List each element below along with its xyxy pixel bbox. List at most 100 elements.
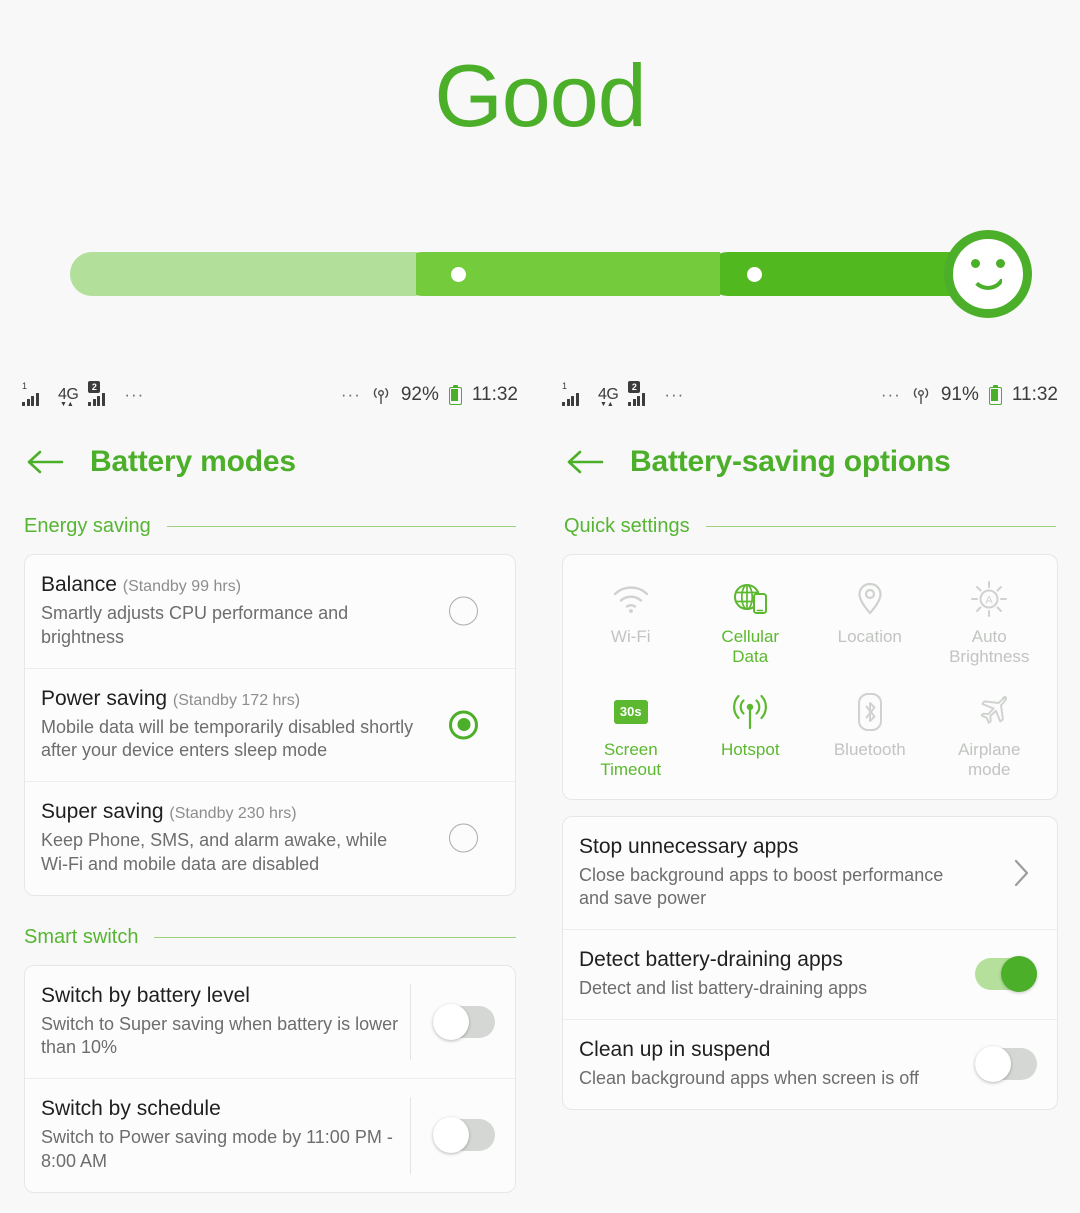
quick-tile-label: Auto Brightness (949, 627, 1030, 667)
option-title: Clean up in suspend (579, 1037, 771, 1061)
smiley-face-icon (944, 230, 1032, 318)
battery-percent-label: 91% (940, 384, 979, 405)
back-arrow-icon[interactable] (566, 447, 604, 477)
quick-tile-location[interactable]: Location (810, 575, 930, 668)
quick-tile-auto-brightness[interactable]: A Auto Brightness (930, 575, 1050, 668)
quick-tile-cellular-data[interactable]: Cellular Data (691, 575, 811, 668)
card-energy-saving: Balance (Standby 99 hrs) Smartly adjusts… (24, 554, 516, 896)
bluetooth-icon (855, 688, 885, 736)
location-pin-icon (855, 575, 885, 623)
section-header-energy-saving: Energy saving (0, 515, 540, 538)
list-item[interactable]: Switch by battery level Switch to Super … (25, 966, 515, 1079)
list-item[interactable]: Switch by schedule Switch to Power savin… (25, 1078, 515, 1192)
signal-bars-sim1-icon: 1 (562, 382, 588, 406)
mode-title: Balance (Standby 99 hrs) (41, 573, 242, 596)
section-label: Energy saving (24, 515, 151, 537)
quick-tile-screen-timeout[interactable]: 30s Screen Timeout (571, 688, 691, 781)
quick-tile-label: Cellular Data (721, 627, 780, 667)
radio-balance[interactable] (449, 596, 478, 626)
network-type-label: 4G ▼▲ (58, 386, 79, 408)
mode-standby: (Standby 230 hrs) (169, 805, 297, 822)
status-bar-left: 1 4G ▼▲ 2 ··· ··· 92% 11:32 (0, 366, 540, 424)
screen-timeout-icon: 30s (613, 688, 648, 736)
quick-tile-airplane-mode[interactable]: Airplane mode (930, 688, 1050, 781)
option-title: Detect battery-draining apps (579, 948, 843, 972)
option-description: Close background apps to boost performan… (579, 864, 944, 909)
page-title: Battery-saving options (630, 445, 951, 478)
list-item[interactable]: Stop unnecessary apps Close background a… (563, 817, 1057, 930)
mode-title: Power saving (Standby 172 hrs) (41, 686, 301, 710)
quick-settings-grid: Wi-Fi Cellular Data Location A Auto Brig… (571, 575, 1049, 781)
toggle-detect-battery-draining-apps[interactable] (975, 956, 1037, 993)
clock-label: 11:32 (1011, 384, 1058, 405)
cellular-data-icon (730, 575, 770, 623)
app-header-right: Battery-saving options (540, 424, 1080, 490)
signal-bars-sim2-icon: 2 (628, 381, 654, 406)
list-item[interactable]: Super saving (Standby 230 hrs) Keep Phon… (25, 781, 515, 895)
gauge-tick-dot-2 (747, 267, 762, 282)
switch-title: Switch by battery level (41, 983, 250, 1007)
row-divider (410, 983, 411, 1060)
radio-super-saving[interactable] (449, 823, 478, 853)
section-header-smart-switch: Smart switch (0, 926, 540, 949)
panel-battery-saving-options: 1 4G ▼▲ 2 ··· ··· 91% 11:32 Battery-savi… (540, 366, 1080, 1213)
smiley-mouth (970, 270, 1006, 290)
quick-tile-label: Airplane mode (958, 739, 1021, 780)
mode-title: Super saving (Standby 230 hrs) (41, 800, 297, 823)
status-right-overflow-icon: ··· (880, 385, 901, 404)
row-divider (410, 1097, 411, 1174)
toggle-switch-by-schedule[interactable] (433, 1117, 495, 1154)
option-description: Detect and list battery-draining apps (579, 978, 868, 999)
mode-description: Smartly adjusts CPU performance and brig… (41, 603, 349, 647)
toggle-switch-by-battery-level[interactable] (433, 1003, 495, 1040)
quick-tile-label: Hotspot (720, 739, 780, 759)
mode-description: Keep Phone, SMS, and alarm awake, while … (41, 830, 388, 874)
screen-root: Good 1 4G ▼▲ 2 ··· ··· 92% 11:32 Battery… (0, 0, 1080, 1213)
switch-title: Switch by schedule (41, 1097, 221, 1120)
section-rule (705, 526, 1056, 527)
section-label: Quick settings (564, 515, 690, 537)
quick-tile-wifi[interactable]: Wi-Fi (571, 575, 691, 668)
location-broadcast-icon (911, 385, 931, 405)
status-overflow-icon: ··· (124, 385, 145, 404)
app-header-left: Battery modes (0, 424, 540, 490)
quick-tile-label: Bluetooth (833, 739, 906, 759)
quick-tile-bluetooth[interactable]: Bluetooth (810, 688, 930, 781)
chevron-right-icon[interactable] (1013, 858, 1031, 888)
battery-health-title: Good (434, 46, 646, 145)
airplane-icon (969, 688, 1009, 736)
radio-power-saving[interactable] (449, 710, 478, 740)
wifi-icon (611, 575, 651, 623)
list-item[interactable]: Power saving (Standby 172 hrs) Mobile da… (25, 667, 515, 782)
clock-label: 11:32 (471, 384, 518, 405)
card-options: Stop unnecessary apps Close background a… (562, 815, 1058, 1110)
status-right-overflow-icon: ··· (340, 385, 361, 404)
network-type-label: 4G ▼▲ (598, 386, 619, 408)
battery-health-gauge (70, 230, 1032, 318)
list-item[interactable]: Clean up in suspend Clean background app… (563, 1018, 1057, 1109)
card-smart-switch: Switch by battery level Switch to Super … (24, 964, 516, 1193)
toggle-clean-up-in-suspend[interactable] (975, 1046, 1037, 1083)
mode-standby: (Standby 99 hrs) (122, 578, 242, 595)
battery-icon (448, 385, 462, 405)
option-title: Stop unnecessary apps (579, 834, 799, 858)
list-item[interactable]: Detect battery-draining apps Detect and … (563, 929, 1057, 1019)
status-bar-right: 1 4G ▼▲ 2 ··· ··· 91% 11:32 (540, 366, 1080, 424)
signal-bars-sim1-icon: 1 (22, 382, 48, 406)
switch-description: Switch to Super saving when battery is l… (41, 1013, 399, 1058)
option-description: Clean background apps when screen is off (579, 1067, 919, 1088)
card-quick-settings: Wi-Fi Cellular Data Location A Auto Brig… (562, 554, 1058, 800)
quick-tile-label: Location (837, 627, 902, 646)
gauge-tick-dot-1 (451, 267, 466, 282)
auto-brightness-icon: A (969, 575, 1009, 623)
list-item[interactable]: Balance (Standby 99 hrs) Smartly adjusts… (25, 555, 515, 668)
quick-tile-label: Wi-Fi (610, 627, 651, 646)
mode-description: Mobile data will be temporarily disabled… (41, 716, 414, 761)
status-overflow-icon: ··· (664, 385, 685, 404)
section-rule (154, 936, 516, 938)
smiley-eye-left (971, 259, 980, 268)
signal-bars-sim2-icon: 2 (88, 381, 114, 406)
quick-tile-hotspot[interactable]: Hotspot (691, 688, 811, 781)
back-arrow-icon[interactable] (26, 447, 64, 477)
battery-icon (988, 385, 1002, 405)
